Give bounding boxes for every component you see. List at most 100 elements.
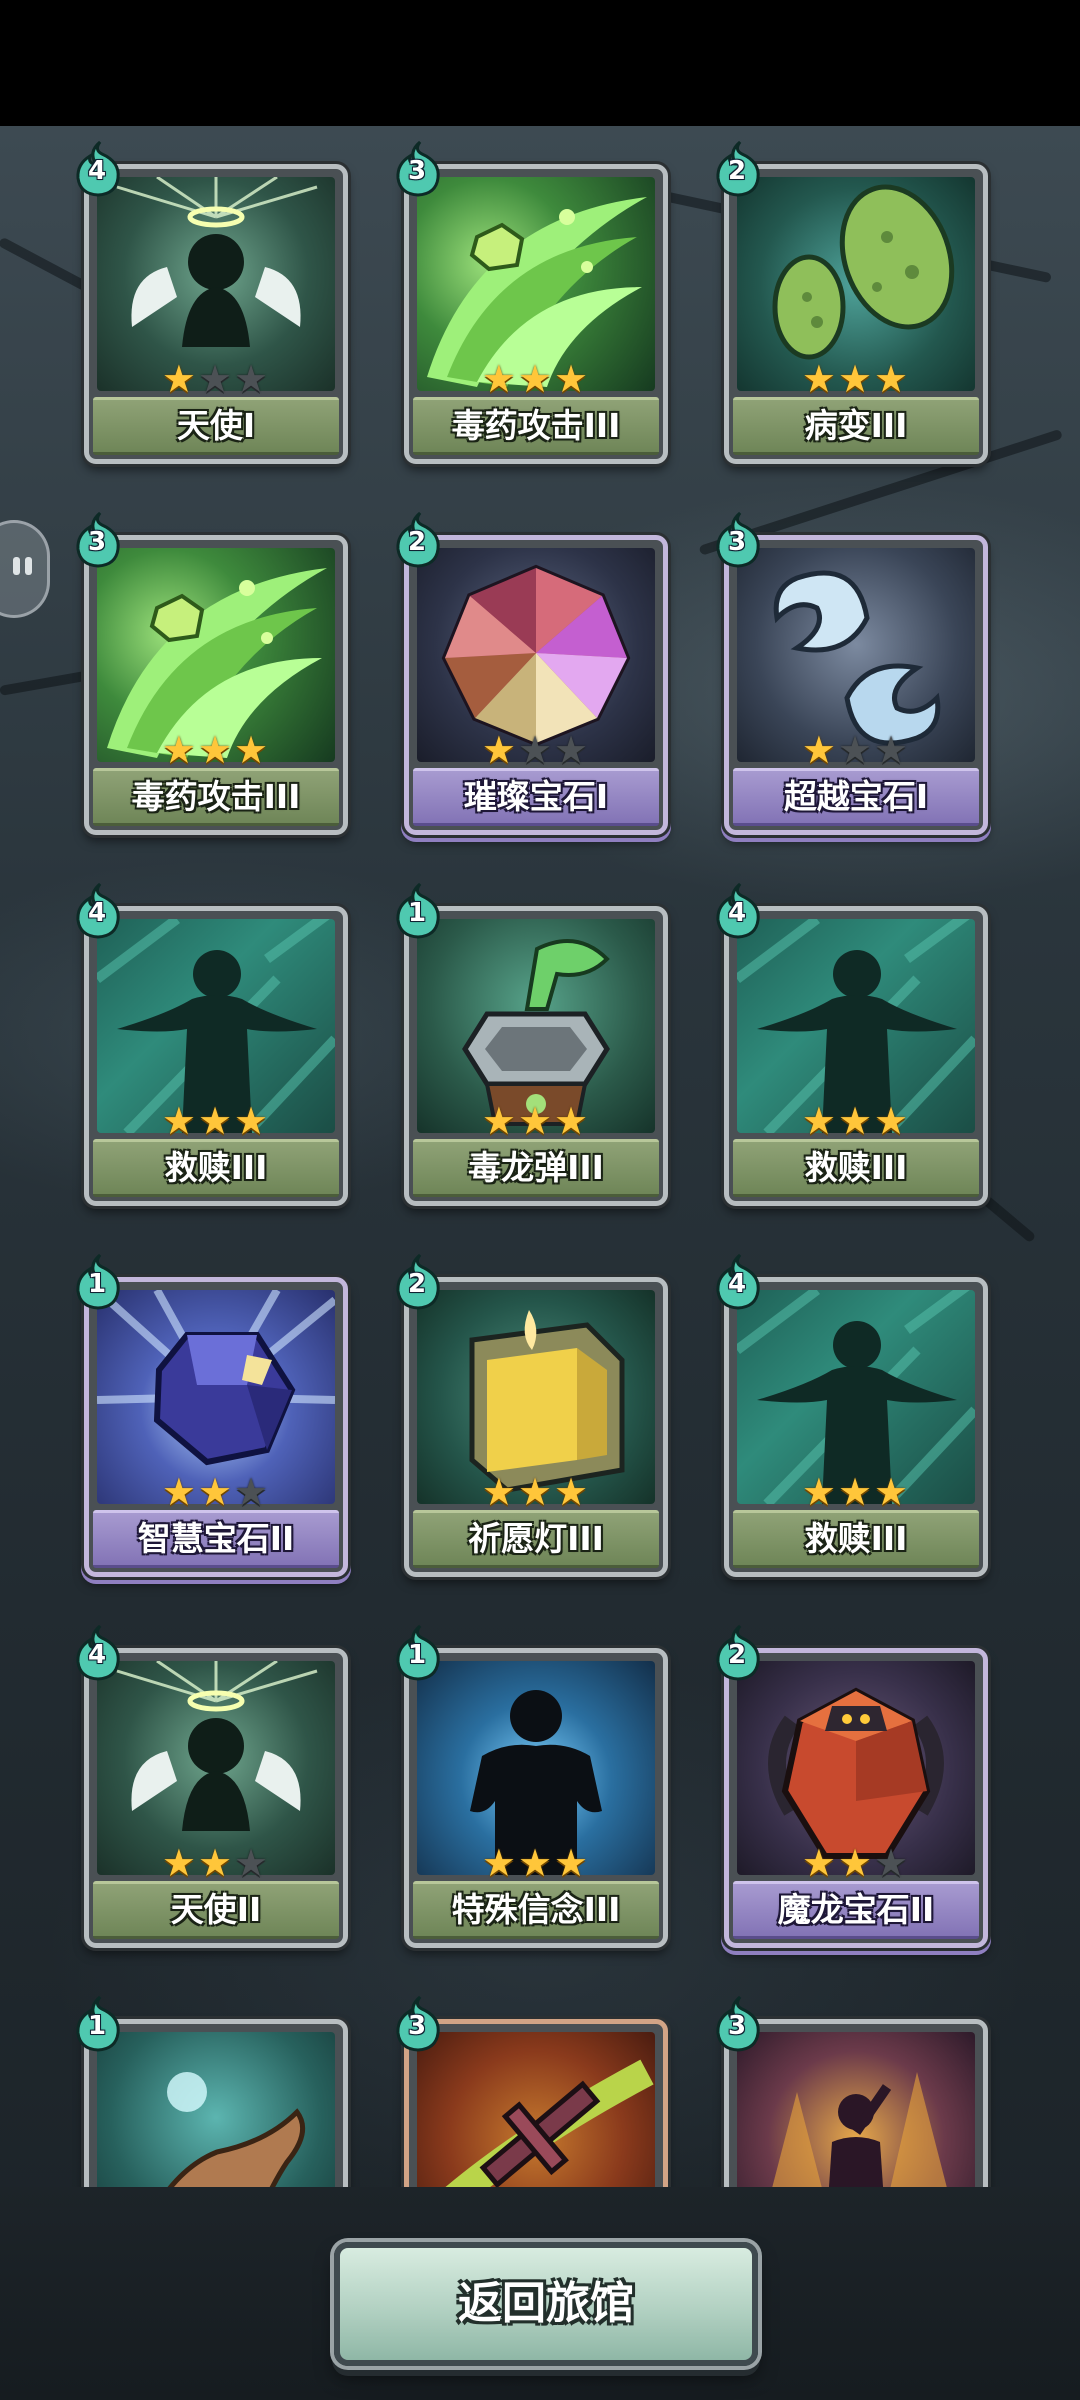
card-frame: ★★★ 救赎III [724, 906, 988, 1206]
cost-badge: 4 [74, 1624, 124, 1682]
skill-card[interactable]: 3 [714, 1995, 988, 2187]
card-frame: ★★★ 魔龙宝石II [724, 1648, 988, 1948]
card-name: 病变III [804, 406, 908, 445]
star-filled-icon: ★ [481, 357, 518, 401]
skill-card[interactable]: ★★★ 毒药攻击III 3 [394, 140, 668, 464]
star-filled-icon: ★ [481, 1841, 518, 1885]
star-rating: ★★★ [729, 1843, 983, 1883]
star-rating: ★★★ [409, 1472, 663, 1512]
cost-value: 1 [407, 1640, 427, 1670]
cost-value: 2 [727, 156, 747, 186]
card-frame: ★★★ 特殊信念III [404, 1648, 668, 1948]
star-rating: ★★★ [89, 359, 343, 399]
star-filled-icon: ★ [517, 1470, 555, 1514]
cost-value: 3 [727, 527, 747, 557]
skill-card[interactable]: 1 [74, 1995, 348, 2187]
cost-badge: 2 [714, 140, 764, 198]
star-empty-icon: ★ [874, 728, 911, 772]
card-name: 超越宝石I [783, 777, 929, 816]
card-frame: ★★★ 毒药攻击III [404, 164, 668, 464]
skill-card[interactable]: ★★★ 特殊信念III 1 [394, 1624, 668, 1948]
card-name: 智慧宝石II [137, 1519, 295, 1558]
cost-value: 3 [727, 2011, 747, 2041]
skill-card[interactable]: ★★★ 天使II 4 [74, 1624, 348, 1948]
star-filled-icon: ★ [837, 1841, 875, 1885]
card-name: 天使II [170, 1890, 262, 1929]
skill-card[interactable]: ★★★ 超越宝石I 3 [714, 511, 988, 835]
cost-badge: 4 [74, 140, 124, 198]
star-empty-icon: ★ [837, 728, 875, 772]
skill-card[interactable]: 3 [394, 1995, 668, 2187]
star-rating: ★★★ [409, 359, 663, 399]
card-frame: ★★★ 祈愿灯III [404, 1277, 668, 1577]
cost-badge: 3 [714, 1995, 764, 2053]
star-rating: ★★★ [729, 730, 983, 770]
star-filled-icon: ★ [197, 1099, 235, 1143]
cost-badge: 2 [394, 1253, 444, 1311]
skill-card[interactable]: ★★★ 病变III 2 [714, 140, 988, 464]
star-filled-icon: ★ [481, 1099, 518, 1143]
star-rating: ★★★ [409, 1101, 663, 1141]
cost-badge: 3 [394, 1995, 444, 2053]
star-filled-icon: ★ [517, 1841, 555, 1885]
card-nameplate: 病变III [733, 397, 979, 455]
skill-card[interactable]: ★★★ 毒龙弹III 1 [394, 882, 668, 1206]
shadow-figure-icon [737, 2032, 975, 2187]
return-button-label: 返回旅馆 [458, 2278, 634, 2329]
skill-card[interactable]: ★★★ 天使I 4 [74, 140, 348, 464]
cost-value: 4 [727, 898, 747, 928]
cost-value: 4 [87, 1640, 107, 1670]
star-empty-icon: ★ [234, 1841, 271, 1885]
cost-value: 3 [407, 156, 427, 186]
star-filled-icon: ★ [197, 728, 235, 772]
star-filled-icon: ★ [801, 1099, 838, 1143]
card-nameplate: 毒药攻击III [413, 397, 659, 455]
skill-card[interactable]: ★★★ 毒药攻击III 3 [74, 511, 348, 835]
star-filled-icon: ★ [161, 1470, 198, 1514]
skill-card[interactable]: ★★★ 祈愿灯III 2 [394, 1253, 668, 1577]
skill-card[interactable]: ★★★ 璀璨宝石I 2 [394, 511, 668, 835]
star-rating: ★★★ [89, 1843, 343, 1883]
card-frame: ★★★ 天使II [84, 1648, 348, 1948]
star-filled-icon: ★ [481, 1470, 518, 1514]
card-name: 救赎III [804, 1148, 908, 1187]
sword-icon [417, 2032, 655, 2187]
card-collection-grid: ★★★ 天使I 4 ★★★ 毒药攻击III 3 ★★★ 病变III 2 ★★★ 毒药攻击III 3 ★★… [0, 140, 1080, 2187]
star-filled-icon: ★ [874, 357, 911, 401]
star-filled-icon: ★ [234, 1099, 271, 1143]
cost-badge: 3 [714, 511, 764, 569]
card-nameplate: 救赎III [733, 1510, 979, 1568]
cost-badge: 4 [714, 1253, 764, 1311]
card-frame: ★★★ 超越宝石I [724, 535, 988, 835]
star-filled-icon: ★ [517, 357, 555, 401]
star-filled-icon: ★ [801, 1470, 838, 1514]
star-filled-icon: ★ [837, 1099, 875, 1143]
cost-value: 4 [727, 1269, 747, 1299]
card-name: 璀璨宝石I [463, 777, 609, 816]
skill-card[interactable]: ★★★ 救赎III 4 [714, 882, 988, 1206]
cost-badge: 3 [394, 140, 444, 198]
star-filled-icon: ★ [234, 728, 271, 772]
skill-card[interactable]: ★★★ 魔龙宝石II 2 [714, 1624, 988, 1948]
card-frame: ★★★ 毒药攻击III [84, 535, 348, 835]
star-empty-icon: ★ [554, 728, 591, 772]
skill-card[interactable]: ★★★ 智慧宝石II 1 [74, 1253, 348, 1577]
star-filled-icon: ★ [874, 1099, 911, 1143]
card-name: 魔龙宝石II [777, 1890, 935, 1929]
card-frame: ★★★ 智慧宝石II [84, 1277, 348, 1577]
card-nameplate: 救赎III [733, 1139, 979, 1197]
star-rating: ★★★ [89, 730, 343, 770]
skill-card[interactable]: ★★★ 救赎III 4 [74, 882, 348, 1206]
cost-value: 1 [407, 898, 427, 928]
star-empty-icon: ★ [517, 728, 555, 772]
return-to-inn-button[interactable]: 返回旅馆 [334, 2242, 758, 2366]
cost-value: 4 [87, 156, 107, 186]
card-frame: ★★★ 毒龙弹III [404, 906, 668, 1206]
star-rating: ★★★ [729, 1472, 983, 1512]
cost-value: 3 [407, 2011, 427, 2041]
star-empty-icon: ★ [234, 1470, 271, 1514]
skill-card[interactable]: ★★★ 救赎III 4 [714, 1253, 988, 1577]
star-filled-icon: ★ [161, 357, 198, 401]
card-nameplate: 天使II [93, 1881, 339, 1939]
star-rating: ★★★ [89, 1101, 343, 1141]
